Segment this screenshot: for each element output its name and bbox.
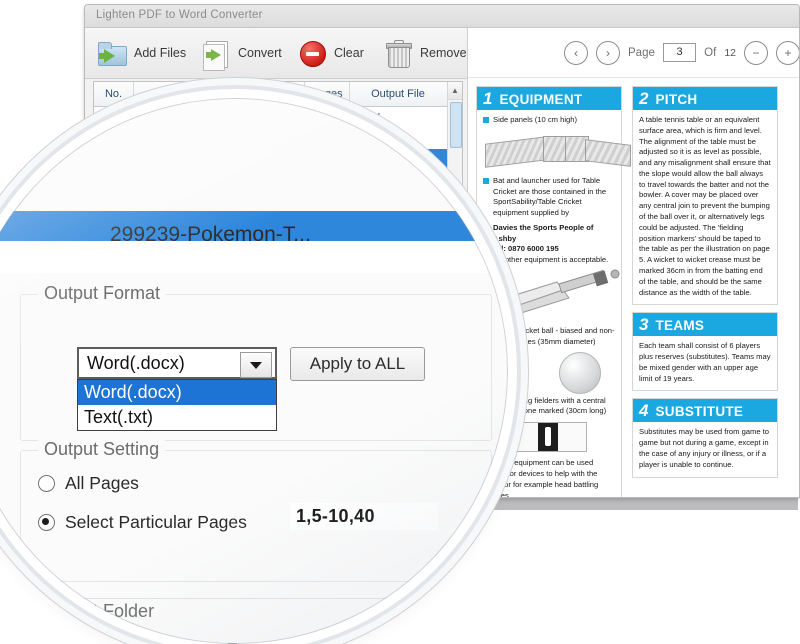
clear-button[interactable]: Clear [297, 35, 364, 71]
select-particular-pages-radio-row[interactable]: Select Particular Pages [38, 512, 247, 533]
section-title: SUBSTITUTE [655, 404, 744, 420]
convert-label: Convert [238, 46, 282, 60]
teams-text: Each team shall consist of 6 players plu… [639, 341, 771, 383]
select-particular-pages-radio[interactable] [38, 514, 55, 531]
next-page-button[interactable]: › [596, 40, 620, 65]
add-files-button[interactable]: Add Files [97, 35, 186, 71]
output-format-dropdown-list[interactable]: Word(.docx) Text(.txt) [77, 379, 277, 431]
equipment-note: No other equipment is acceptable. [493, 255, 609, 265]
bullet-text: Side panels (10 cm high) [493, 115, 577, 124]
clear-circle-icon [297, 38, 327, 68]
output-folder-legend: Output Folder [38, 601, 161, 622]
fielder-zone-illustration [511, 422, 587, 453]
trash-icon [383, 38, 413, 68]
supplier-phone: Tel: 0870 6000 195 [493, 244, 559, 254]
pdf-section-teams: 3 TEAMS Each team shall consist of 6 pla… [632, 312, 778, 392]
select-particular-pages-label: Select Particular Pages [65, 512, 247, 532]
all-pages-radio-row[interactable]: All Pages [38, 473, 139, 494]
magnified-input-file-name: 299239-Pokemon-T... [110, 223, 311, 246]
title-bar: Lighten PDF to Word Converter [85, 5, 799, 28]
section-number: 3 [639, 315, 649, 335]
output-setting-legend: Output Setting [38, 439, 166, 460]
remove-label: Remove [420, 46, 467, 60]
prev-page-button[interactable]: ‹ [564, 40, 588, 65]
bat-svg [492, 269, 620, 319]
pdf-preview-pane: ‹ › Page 3 Of 12 − + 1 EQUIPMENT [467, 28, 799, 497]
section-title: TEAMS [655, 318, 705, 334]
output-format-value: Word(.docx) [87, 352, 185, 373]
substitute-text: Substitutes may be used from game to gam… [639, 427, 770, 469]
section-body: A table tennis table or an equivalent su… [633, 110, 777, 304]
add-files-label: Add Files [134, 46, 187, 60]
section-header: 4 SUBSTITUTE [633, 399, 777, 423]
all-pages-label: All Pages [65, 473, 139, 493]
all-pages-radio[interactable] [38, 475, 55, 492]
section-body: Substitutes may be used from game to gam… [633, 422, 777, 476]
pitch-text: A table tennis table or an equivalent su… [639, 115, 771, 297]
section-title: PITCH [655, 92, 698, 107]
clear-label: Clear [334, 46, 364, 60]
convert-page-icon [201, 38, 231, 71]
bullet-text: Nine sliding fielders with a central cat… [493, 395, 607, 416]
window-title: Lighten PDF to Word Converter [96, 9, 263, 21]
dropdown-option-text[interactable]: Text(.txt) [78, 405, 276, 430]
pdf-section-pitch: 2 PITCH A table tennis table or an equiv… [632, 86, 778, 306]
total-pages-label: 12 [724, 46, 736, 59]
section-header: 3 TEAMS [633, 313, 777, 337]
page-label: Page [628, 46, 655, 59]
supplier-name: Davies the Sports People of Ashby [493, 222, 594, 243]
magnifier-lens: 299239-Pokemon-T... Output Format Word(.… [0, 98, 508, 644]
convert-button[interactable]: Convert [201, 35, 282, 71]
apply-to-all-button[interactable]: Apply to ALL [290, 347, 425, 381]
output-format-combobox[interactable]: Word(.docx) [77, 347, 277, 379]
of-label: Of [704, 46, 717, 59]
section-header: 2 PITCH [633, 87, 777, 110]
remove-button[interactable]: Remove [383, 35, 467, 71]
pdf-page-content: 1 EQUIPMENT Side panels (10 cm high) [468, 78, 799, 497]
section-number: 2 [639, 89, 649, 108]
particular-pages-input[interactable]: 1,5-10,40 [290, 503, 438, 530]
chevron-down-icon[interactable] [240, 352, 272, 378]
section-number: 4 [639, 401, 649, 421]
output-folder-divider [20, 598, 490, 599]
dropdown-option-word[interactable]: Word(.docx) [78, 380, 276, 405]
section-title: EQUIPMENT [499, 92, 583, 107]
section-body: Each team shall consist of 6 players plu… [633, 336, 777, 390]
zoom-in-button[interactable]: + [776, 40, 799, 65]
zoom-out-button[interactable]: − [744, 40, 768, 65]
bullet-text: Plastic cricket ball - biased and non-bi… [493, 326, 615, 346]
preview-nav-bar: ‹ › Page 3 Of 12 − + [468, 28, 799, 78]
pdf-column-right: 2 PITCH A table tennis table or an equiv… [632, 86, 778, 485]
bullet-text: Bat and launcher used for Table Cricket … [493, 175, 607, 218]
page-number-input[interactable]: 3 [662, 43, 697, 62]
add-folder-icon [97, 38, 127, 68]
particular-pages-value: 1,5-10,40 [296, 506, 375, 526]
magnifier-content: 299239-Pokemon-T... Output Format Word(.… [0, 98, 508, 644]
output-format-legend: Output Format [38, 283, 167, 304]
pdf-section-substitute: 4 SUBSTITUTE Substitutes may be used fro… [632, 398, 778, 478]
